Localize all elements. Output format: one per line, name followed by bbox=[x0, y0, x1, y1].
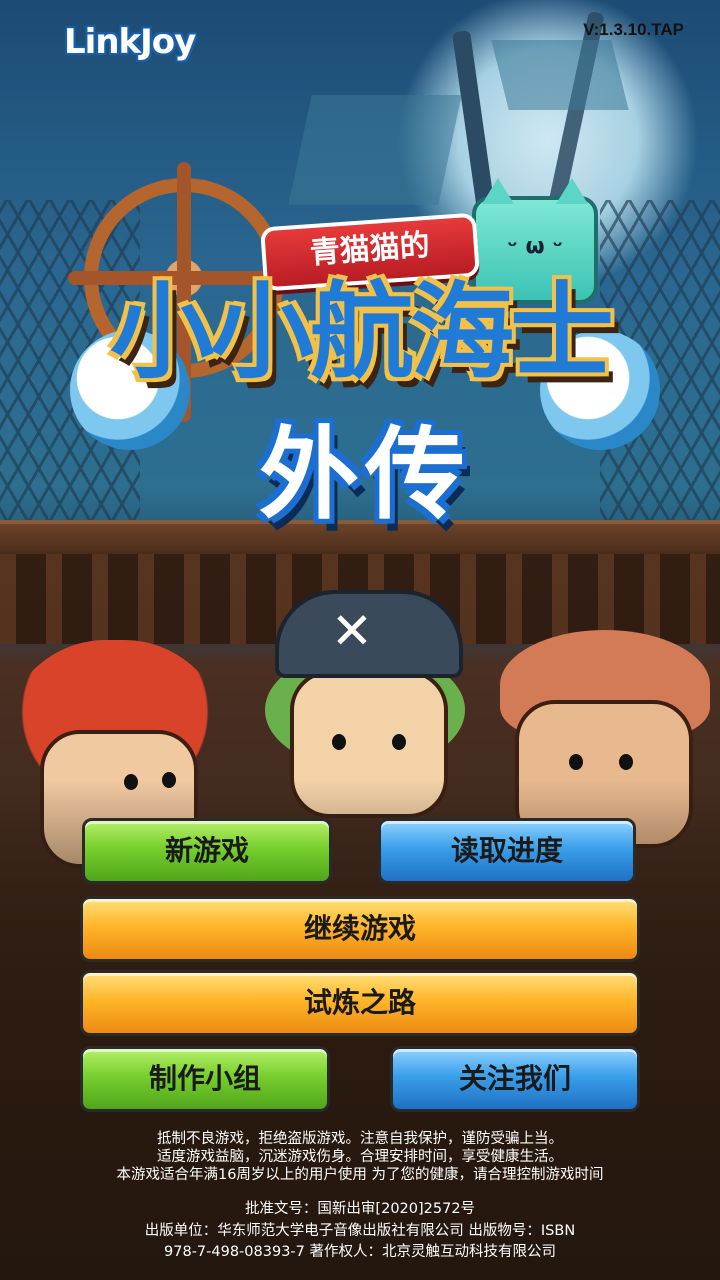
follow-us-button[interactable]: 关注我们 bbox=[390, 1046, 640, 1112]
follow-us-label: 关注我们 bbox=[458, 1062, 571, 1095]
health-notice-line: 抵制不良游戏，拒绝盗版游戏。注意自我保护，谨防受骗上当。 bbox=[157, 1131, 563, 1147]
continue-game-label: 继续游戏 bbox=[303, 912, 416, 945]
publisher-info: 出版单位：华东师范大学电子音像出版社有限公司 出版物号：ISBN bbox=[144, 1223, 576, 1239]
load-progress-label: 读取进度 bbox=[450, 834, 563, 867]
trial-road-label: 试炼之路 bbox=[303, 986, 416, 1019]
new-game-label: 新游戏 bbox=[164, 834, 249, 867]
health-notice-line: 适度游戏益脑，沉迷游戏伤身。合理安排时间，享受健康生活。 bbox=[157, 1149, 563, 1165]
trial-road-button[interactable]: 试炼之路 bbox=[80, 970, 640, 1036]
x-mark-icon: ✕ bbox=[331, 602, 373, 660]
version-label: V:1.3.10.TAP bbox=[583, 20, 684, 39]
game-title-sub: 外传 bbox=[259, 416, 471, 533]
load-progress-button[interactable]: 读取进度 bbox=[378, 818, 636, 884]
new-game-button[interactable]: 新游戏 bbox=[82, 818, 332, 884]
ship-sail bbox=[491, 40, 629, 110]
isbn-copyright-info: 978-7-498-08393-7 著作权人：北京灵触互动科技有限公司 bbox=[164, 1244, 556, 1260]
credits-label: 制作小组 bbox=[148, 1062, 261, 1095]
game-title: 小小航海士 bbox=[109, 271, 614, 393]
ship-sail bbox=[288, 95, 462, 205]
continue-game-button[interactable]: 继续游戏 bbox=[80, 896, 640, 962]
approval-number: 批准文号：国新出审[2020]2572号 bbox=[244, 1201, 476, 1217]
age-notice-line: 本游戏适合年满16周岁以上的用户使用 为了您的健康，请合理控制游戏时间 bbox=[116, 1167, 604, 1183]
linkjoy-logo: LinkJoy bbox=[64, 22, 196, 62]
credits-button[interactable]: 制作小组 bbox=[80, 1046, 330, 1112]
